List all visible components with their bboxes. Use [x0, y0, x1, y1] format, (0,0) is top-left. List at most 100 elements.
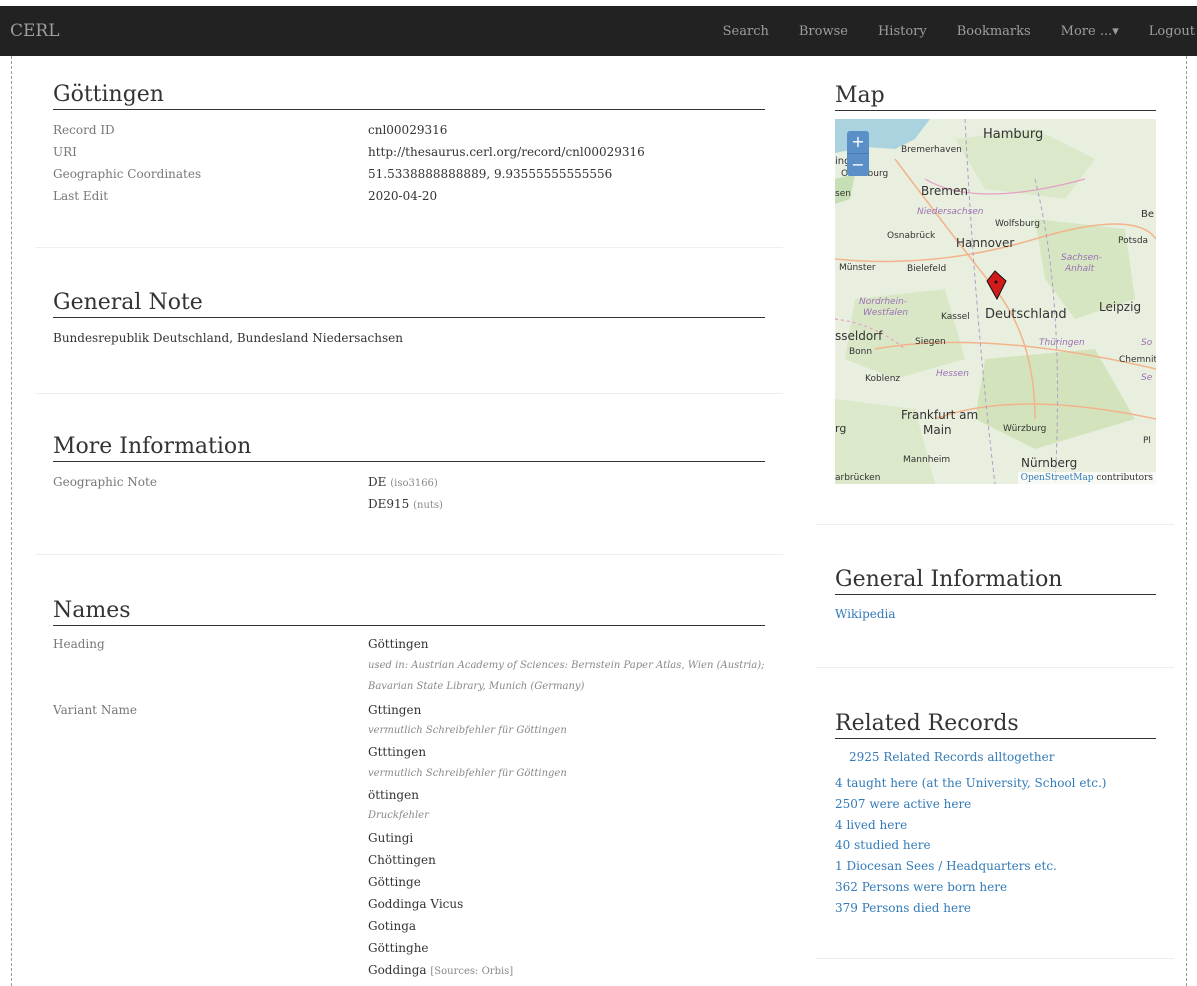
nav-browse[interactable]: Browse: [799, 24, 848, 39]
variant-name: öttingen: [368, 788, 419, 802]
panel-divider: [816, 958, 1174, 959]
variant-name-label: Variant Name: [53, 703, 137, 717]
map-label: Koblenz: [865, 374, 901, 384]
more-information-title: More Information: [53, 434, 765, 462]
variant-note: vermutlich Schreibfehler für Göttingen: [368, 768, 567, 779]
nav-bookmarks[interactable]: Bookmarks: [957, 24, 1031, 39]
general-note-text: Bundesrepublik Deutschland, Bundesland N…: [53, 331, 403, 345]
variant-note: vermutlich Schreibfehler für Göttingen: [368, 725, 567, 736]
uri-value: http://thesaurus.cerl.org/record/cnl0002…: [368, 145, 645, 159]
variant-name: Goddinga Vicus: [368, 897, 464, 911]
related-link[interactable]: 379 Persons died here: [835, 901, 971, 915]
map-attribution: OpenStreetMap contributors: [1017, 472, 1156, 484]
osm-attribution-link[interactable]: OpenStreetMap: [1021, 473, 1094, 483]
geographic-note-value: DE (iso3166): [368, 475, 438, 489]
variant-name: Chöttingen: [368, 853, 436, 867]
variant-name: Gotinga: [368, 919, 417, 933]
page-border-right: [1186, 56, 1187, 986]
related-link[interactable]: 2507 were active here: [835, 797, 971, 811]
map-label: Deutschland: [985, 307, 1067, 322]
map-widget[interactable]: Hamburg Bremerhaven ingen Oldenburg sen …: [835, 119, 1156, 484]
related-link[interactable]: 4 taught here (at the University, School…: [835, 776, 1106, 790]
names-title: Names: [53, 598, 765, 626]
map-label: So: [1141, 338, 1153, 348]
map-label: Potsda: [1118, 236, 1149, 246]
brand-logo[interactable]: CERL: [10, 21, 60, 41]
last-edit-value: 2020-04-20: [368, 189, 438, 203]
nav-history[interactable]: History: [878, 24, 927, 39]
wikipedia-link[interactable]: Wikipedia: [835, 607, 896, 621]
navbar: CERL Search Browse History Bookmarks Mor…: [0, 6, 1197, 56]
map-label: Anhalt: [1065, 264, 1095, 274]
nav-menu: Search Browse History Bookmarks More ...…: [708, 6, 1197, 56]
map-label: Be: [1141, 209, 1155, 220]
panel-divider: [816, 524, 1174, 525]
variant-name: Gttingen: [368, 703, 422, 717]
general-information-title: General Information: [835, 567, 1156, 595]
map-label: Niedersachsen: [917, 207, 984, 217]
panel-divider: [35, 393, 783, 394]
map-label: Main: [923, 423, 952, 437]
map-label: Thüringen: [1039, 338, 1085, 348]
map-label: Nürnberg: [1021, 456, 1078, 470]
nav-search[interactable]: Search: [723, 24, 769, 39]
record-title: Göttingen: [53, 82, 765, 110]
related-link[interactable]: 1 Diocesan Sees / Headquarters etc.: [835, 859, 1057, 873]
map-label: Hannover: [956, 236, 1015, 250]
heading-label: Heading: [53, 637, 105, 651]
map-label: Mannheim: [903, 455, 951, 465]
coordinates-value: 51.5338888888889, 9.93555555555556: [368, 167, 613, 181]
map-label: Pl: [1143, 436, 1151, 446]
page-border-left: [11, 56, 12, 986]
nav-more-dropdown[interactable]: More ...▾: [1061, 24, 1119, 39]
map-label: Nordrhein-: [859, 297, 908, 307]
map-label: arbrücken: [835, 473, 881, 483]
related-link[interactable]: 2925 Related Records alltogether: [849, 750, 1054, 764]
variant-name: Göttinge: [368, 875, 421, 889]
map-label: Chemnit: [1119, 355, 1156, 365]
panel-divider: [35, 554, 783, 555]
map-label: Münster: [839, 263, 876, 273]
zoom-out-button[interactable]: −: [847, 154, 869, 176]
map-label: Hessen: [936, 369, 969, 379]
field-label: Last Edit: [53, 189, 109, 203]
map-title: Map: [835, 83, 1156, 111]
related-link[interactable]: 4 lived here: [835, 818, 907, 832]
variant-name: Göttinghe: [368, 941, 429, 955]
map-label: Bielefeld: [907, 264, 947, 274]
related-link[interactable]: 40 studied here: [835, 838, 931, 852]
map-label: rg: [835, 422, 847, 435]
panel-divider: [816, 667, 1174, 668]
nav-logout[interactable]: Logout: [1149, 24, 1195, 39]
zoom-in-button[interactable]: +: [847, 131, 869, 154]
map-zoom-control: + −: [847, 131, 869, 176]
map-label: Leipzig: [1099, 300, 1142, 314]
heading-value: Göttingen: [368, 637, 429, 651]
field-label: URI: [53, 145, 77, 159]
map-label: Bremen: [921, 184, 968, 198]
heading-note: Bavarian State Library, Munich (Germany): [368, 681, 585, 692]
map-label: sseldorf: [835, 329, 883, 343]
map-label: Westfalen: [863, 308, 909, 318]
map-label: Osnabrück: [887, 231, 936, 241]
variant-name: Goddinga [Sources: Orbis]: [368, 963, 514, 977]
general-note-title: General Note: [53, 290, 765, 318]
map-label: Se: [1141, 373, 1153, 383]
map-label: Würzburg: [1003, 424, 1047, 434]
geographic-note-value: DE915 (nuts): [368, 497, 443, 511]
map-label: Siegen: [915, 337, 946, 347]
map-label: Bonn: [849, 347, 873, 357]
related-records-title: Related Records: [835, 711, 1156, 739]
map-label: Kassel: [941, 312, 970, 322]
variant-note: Druckfehler: [368, 810, 429, 821]
map-label: Frankfurt am: [901, 408, 979, 422]
panel-divider: [35, 247, 783, 248]
field-label: Record ID: [53, 123, 115, 137]
variant-name: Gtttingen: [368, 745, 427, 759]
related-link[interactable]: 362 Persons were born here: [835, 880, 1007, 894]
record-id-value: cnl00029316: [368, 123, 448, 137]
heading-note: used in: Austrian Academy of Sciences: B…: [368, 660, 765, 671]
map-label: Hamburg: [983, 127, 1044, 142]
geographic-note-label: Geographic Note: [53, 475, 157, 489]
map-label: sen: [835, 189, 851, 199]
